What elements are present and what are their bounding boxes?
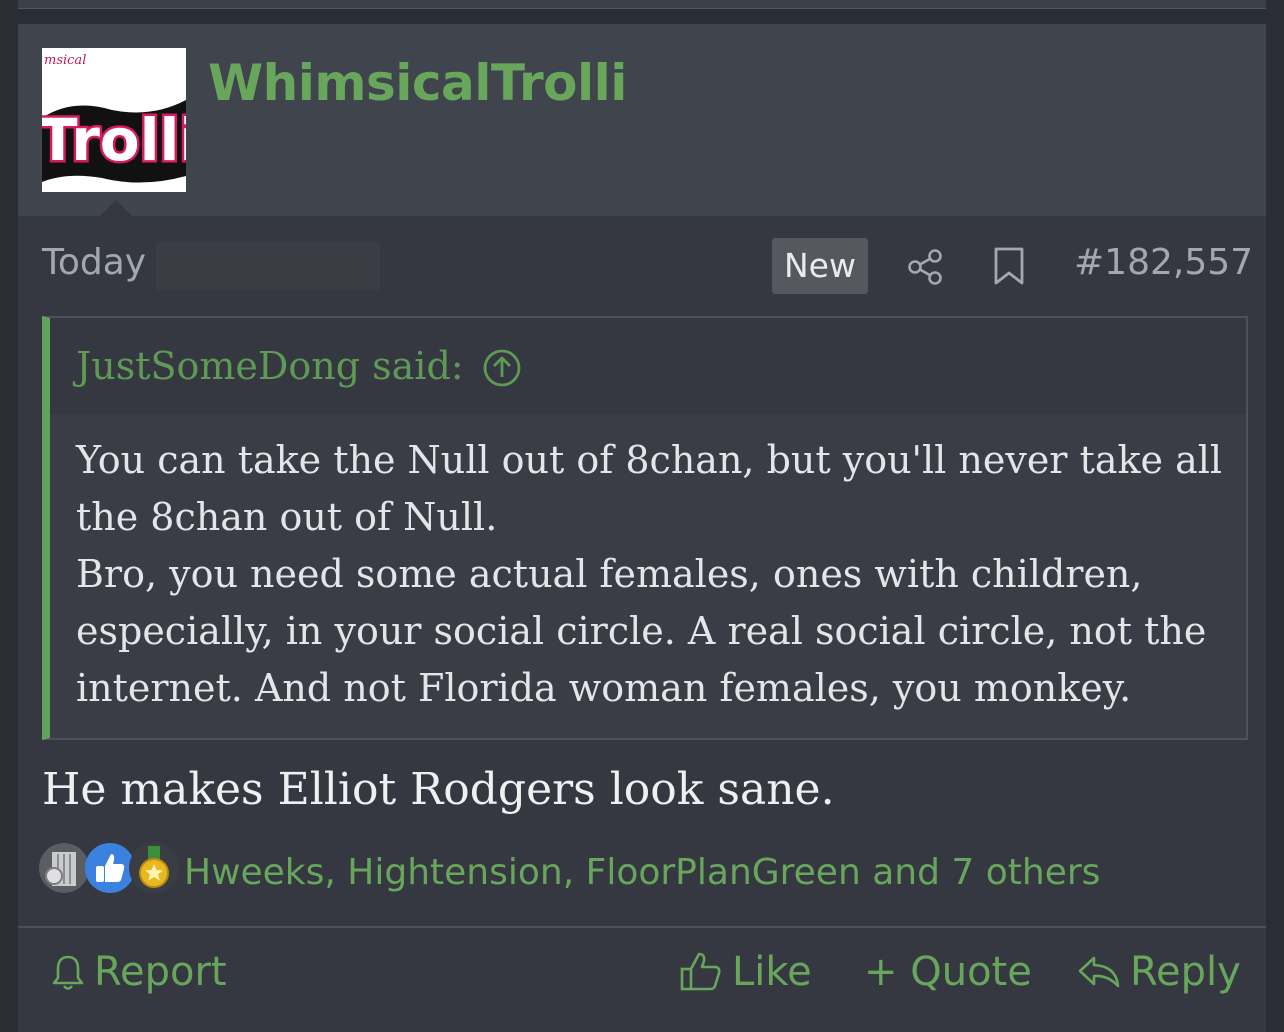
- author-name[interactable]: WhimsicalTrolli: [208, 54, 627, 112]
- thumbs-up-outline-icon: [680, 952, 721, 991]
- footer-divider: [18, 926, 1266, 928]
- reply-label: Reply: [1130, 949, 1241, 995]
- avatar-image: msical Trolli: [42, 48, 186, 192]
- like-button[interactable]: Like: [678, 944, 812, 1000]
- quote-line: the 8chan out of Null.: [76, 495, 498, 539]
- reaction-users-link[interactable]: Hweeks, Hightension, FloorPlanGreen and …: [184, 852, 1100, 893]
- svg-text:Trolli: Trolli: [42, 106, 186, 174]
- quote-label: + Quote: [864, 949, 1032, 995]
- post-meta-row: Today New #182,557: [18, 216, 1266, 316]
- bookmark-icon[interactable]: [992, 246, 1026, 286]
- column-icon[interactable]: [38, 842, 90, 894]
- quote-button[interactable]: + Quote: [864, 944, 1032, 1000]
- redacted-time: [156, 242, 380, 290]
- reply-icon: [1078, 956, 1120, 988]
- quote-line: You can take the Null out of 8chan, but …: [76, 438, 1223, 482]
- quote-line: internet. And not Florida woman females,…: [76, 666, 1132, 710]
- reply-button[interactable]: Reply: [1076, 944, 1241, 1000]
- quote-block: JustSomeDong said: You can take the Null…: [42, 316, 1248, 740]
- new-badge: New: [772, 238, 868, 294]
- quote-line: Bro, you need some actual females, ones …: [76, 552, 1143, 596]
- reaction-bar: Hweeks, Hightension, FloorPlanGreen and …: [38, 840, 1238, 900]
- post-date[interactable]: Today: [42, 242, 146, 283]
- share-icon[interactable]: [906, 248, 944, 286]
- svg-text:msical: msical: [44, 53, 86, 68]
- header-pointer: [100, 200, 132, 216]
- arrow-up-circle-icon[interactable]: [482, 348, 522, 388]
- quote-author[interactable]: JustSomeDong said:: [76, 344, 464, 388]
- post-message: He makes Elliot Rodgers look sane.: [42, 764, 835, 815]
- quote-line: especially, in your social circle. A rea…: [76, 609, 1207, 653]
- quote-header: JustSomeDong said:: [50, 318, 1246, 414]
- bell-icon: [52, 955, 84, 990]
- report-button[interactable]: Report: [50, 944, 227, 1000]
- medal-icon[interactable]: [128, 842, 180, 894]
- like-label: Like: [732, 949, 812, 995]
- post-number-link[interactable]: #182,557: [1074, 242, 1253, 283]
- avatar[interactable]: msical Trolli: [42, 48, 186, 192]
- post-header: msical Trolli WhimsicalTrolli: [18, 24, 1266, 216]
- report-label: Report: [94, 949, 227, 995]
- previous-post-edge: [18, 0, 1266, 9]
- quote-content: You can take the Null out of 8chan, but …: [76, 432, 1226, 717]
- forum-post: msical Trolli WhimsicalTrolli Today New …: [18, 24, 1266, 1032]
